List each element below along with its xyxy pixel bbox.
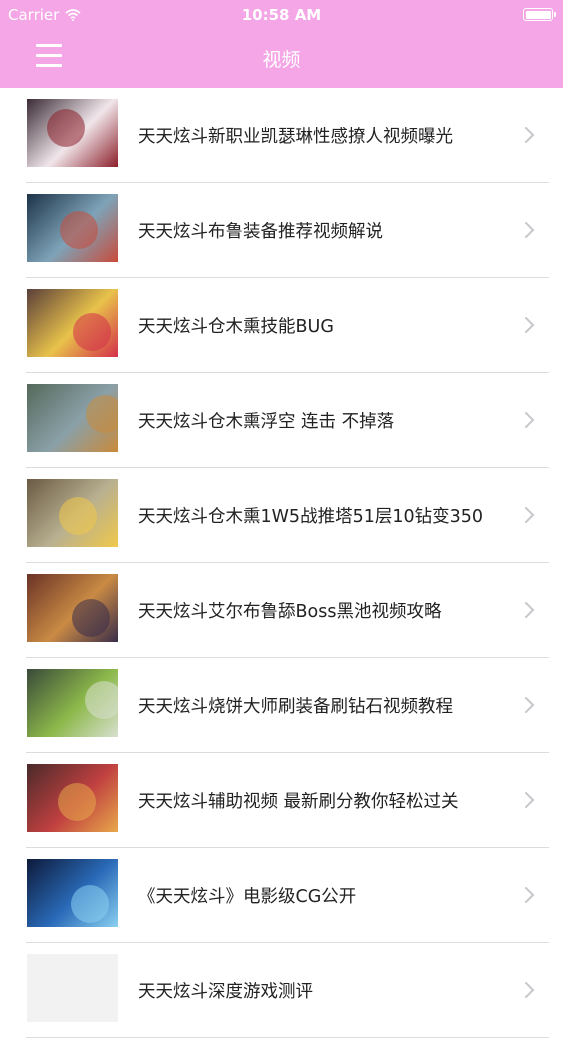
- list-item[interactable]: 天天炫斗辅助视频 最新刷分教你轻松过关: [0, 753, 563, 848]
- video-thumbnail: [27, 384, 118, 452]
- list-item[interactable]: 天天炫斗仓木熏浮空 连击 不掉落: [0, 373, 563, 468]
- video-list: 天天炫斗新职业凯瑟琳性感撩人视频曝光 天天炫斗布鲁装备推荐视频解说 天天炫斗仓木熏技…: [0, 88, 563, 1038]
- list-item[interactable]: 天天炫斗新职业凯瑟琳性感撩人视频曝光: [0, 88, 563, 183]
- video-title: 天天炫斗布鲁装备推荐视频解说: [138, 222, 383, 242]
- video-title: 天天炫斗仓木熏浮空 连击 不掉落: [138, 412, 395, 432]
- chevron-right-icon: [525, 792, 535, 808]
- list-item[interactable]: 天天炫斗仓木熏1W5战推塔51层10钻变350: [0, 468, 563, 563]
- chevron-right-icon: [525, 127, 535, 143]
- chevron-right-icon: [525, 887, 535, 903]
- video-thumbnail: [27, 669, 118, 737]
- video-title: 天天炫斗烧饼大师刷装备刷钻石视频教程: [138, 697, 453, 717]
- header: Carrier 10:58 AM 视频: [0, 0, 563, 88]
- video-title: 天天炫斗仓木熏1W5战推塔51层10钻变350: [138, 507, 484, 527]
- chevron-right-icon: [525, 507, 535, 523]
- status-bar: Carrier 10:58 AM: [0, 0, 563, 30]
- video-title: 天天炫斗艾尔布鲁舔Boss黑池视频攻略: [138, 602, 442, 622]
- list-item[interactable]: 天天炫斗艾尔布鲁舔Boss黑池视频攻略: [0, 563, 563, 658]
- chevron-right-icon: [525, 602, 535, 618]
- video-title: 《天天炫斗》电影级CG公开: [138, 887, 357, 907]
- video-thumbnail: [27, 859, 118, 927]
- list-item[interactable]: 天天炫斗深度游戏测评: [0, 943, 563, 1038]
- video-thumbnail: [27, 954, 118, 1022]
- chevron-right-icon: [525, 697, 535, 713]
- video-thumbnail: [27, 194, 118, 262]
- chevron-right-icon: [525, 222, 535, 238]
- status-time: 10:58 AM: [241, 6, 322, 24]
- battery-icon: [523, 8, 556, 21]
- list-item[interactable]: 天天炫斗布鲁装备推荐视频解说: [0, 183, 563, 278]
- video-title: 天天炫斗深度游戏测评: [138, 982, 313, 1002]
- list-item[interactable]: 《天天炫斗》电影级CG公开: [0, 848, 563, 943]
- chevron-right-icon: [525, 317, 535, 333]
- video-thumbnail: [27, 574, 118, 642]
- video-thumbnail: [27, 289, 118, 357]
- list-item[interactable]: 天天炫斗烧饼大师刷装备刷钻石视频教程: [0, 658, 563, 753]
- chevron-right-icon: [525, 412, 535, 428]
- chevron-right-icon: [525, 982, 535, 998]
- nav-bar: 视频: [0, 30, 563, 88]
- video-thumbnail: [27, 479, 118, 547]
- page-title: 视频: [262, 49, 301, 71]
- video-thumbnail: [27, 99, 118, 167]
- video-title: 天天炫斗新职业凯瑟琳性感撩人视频曝光: [138, 127, 453, 147]
- video-title: 天天炫斗仓木熏技能BUG: [138, 317, 334, 337]
- list-item[interactable]: 天天炫斗仓木熏技能BUG: [0, 278, 563, 373]
- video-title: 天天炫斗辅助视频 最新刷分教你轻松过关: [138, 792, 459, 812]
- video-thumbnail: [27, 764, 118, 832]
